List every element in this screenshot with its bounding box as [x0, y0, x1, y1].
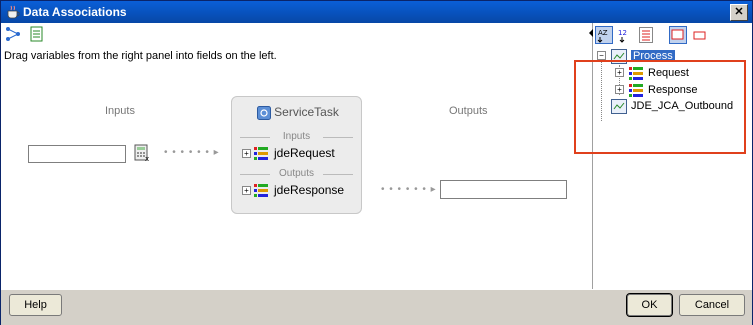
app-cup-icon [7, 5, 20, 19]
ok-button[interactable]: OK [626, 293, 673, 317]
svg-text:12: 12 [618, 29, 627, 37]
highlight-annotation-box [574, 60, 746, 154]
close-button[interactable]: ✕ [730, 4, 748, 21]
output-variable-name: jdeResponse [274, 183, 345, 197]
layout-icon[interactable] [693, 28, 707, 42]
dialog-window: Data Associations ✕ Drag variables from … [0, 0, 753, 325]
output-connector: • • • • • • ▸ [381, 184, 437, 195]
service-task-node: ServiceTask Inputs + jdeRequest Outputs … [231, 96, 362, 214]
list-icon[interactable] [639, 27, 653, 43]
variable-icon [254, 184, 268, 197]
cancel-button[interactable]: Cancel [679, 294, 745, 316]
inputs-label: Inputs [105, 105, 135, 117]
sort-alpha-icon[interactable]: AZ [595, 26, 613, 44]
sort-icon[interactable]: 12 [617, 26, 633, 44]
input-variable-name: jdeRequest [274, 146, 335, 160]
window-title: Data Associations [23, 5, 127, 19]
outputs-section-label: Outputs [240, 168, 353, 179]
title-bar: Data Associations ✕ [1, 1, 752, 23]
outputs-label: Outputs [449, 105, 488, 117]
help-button[interactable]: Help [9, 294, 62, 316]
expand-icon[interactable]: + [242, 186, 251, 195]
input-connector: • • • • • • ▸ [164, 147, 220, 158]
close-icon: ✕ [734, 6, 744, 18]
content-area: Drag variables from the right panel into… [1, 23, 752, 289]
tree-toolbar: AZ 12 [589, 25, 752, 45]
collapse-left-icon[interactable] [589, 29, 593, 37]
output-mapping-field[interactable] [440, 180, 567, 199]
mapping-icon[interactable] [5, 26, 21, 42]
collapse-icon[interactable]: − [597, 51, 606, 60]
document-icon[interactable] [29, 26, 45, 42]
variable-icon [254, 147, 268, 160]
service-task-title: ServiceTask [274, 105, 339, 119]
view-icon[interactable] [669, 26, 687, 44]
expand-icon[interactable]: + [242, 149, 251, 158]
svg-text:x: x [145, 155, 149, 162]
svg-text:AZ: AZ [598, 29, 608, 37]
expression-builder-icon[interactable]: x [134, 144, 151, 162]
button-bar: Help OK Cancel [1, 289, 752, 325]
instruction-text: Drag variables from the right panel into… [4, 50, 277, 62]
inputs-section-label: Inputs [240, 131, 353, 142]
input-mapping-field[interactable] [28, 145, 126, 163]
